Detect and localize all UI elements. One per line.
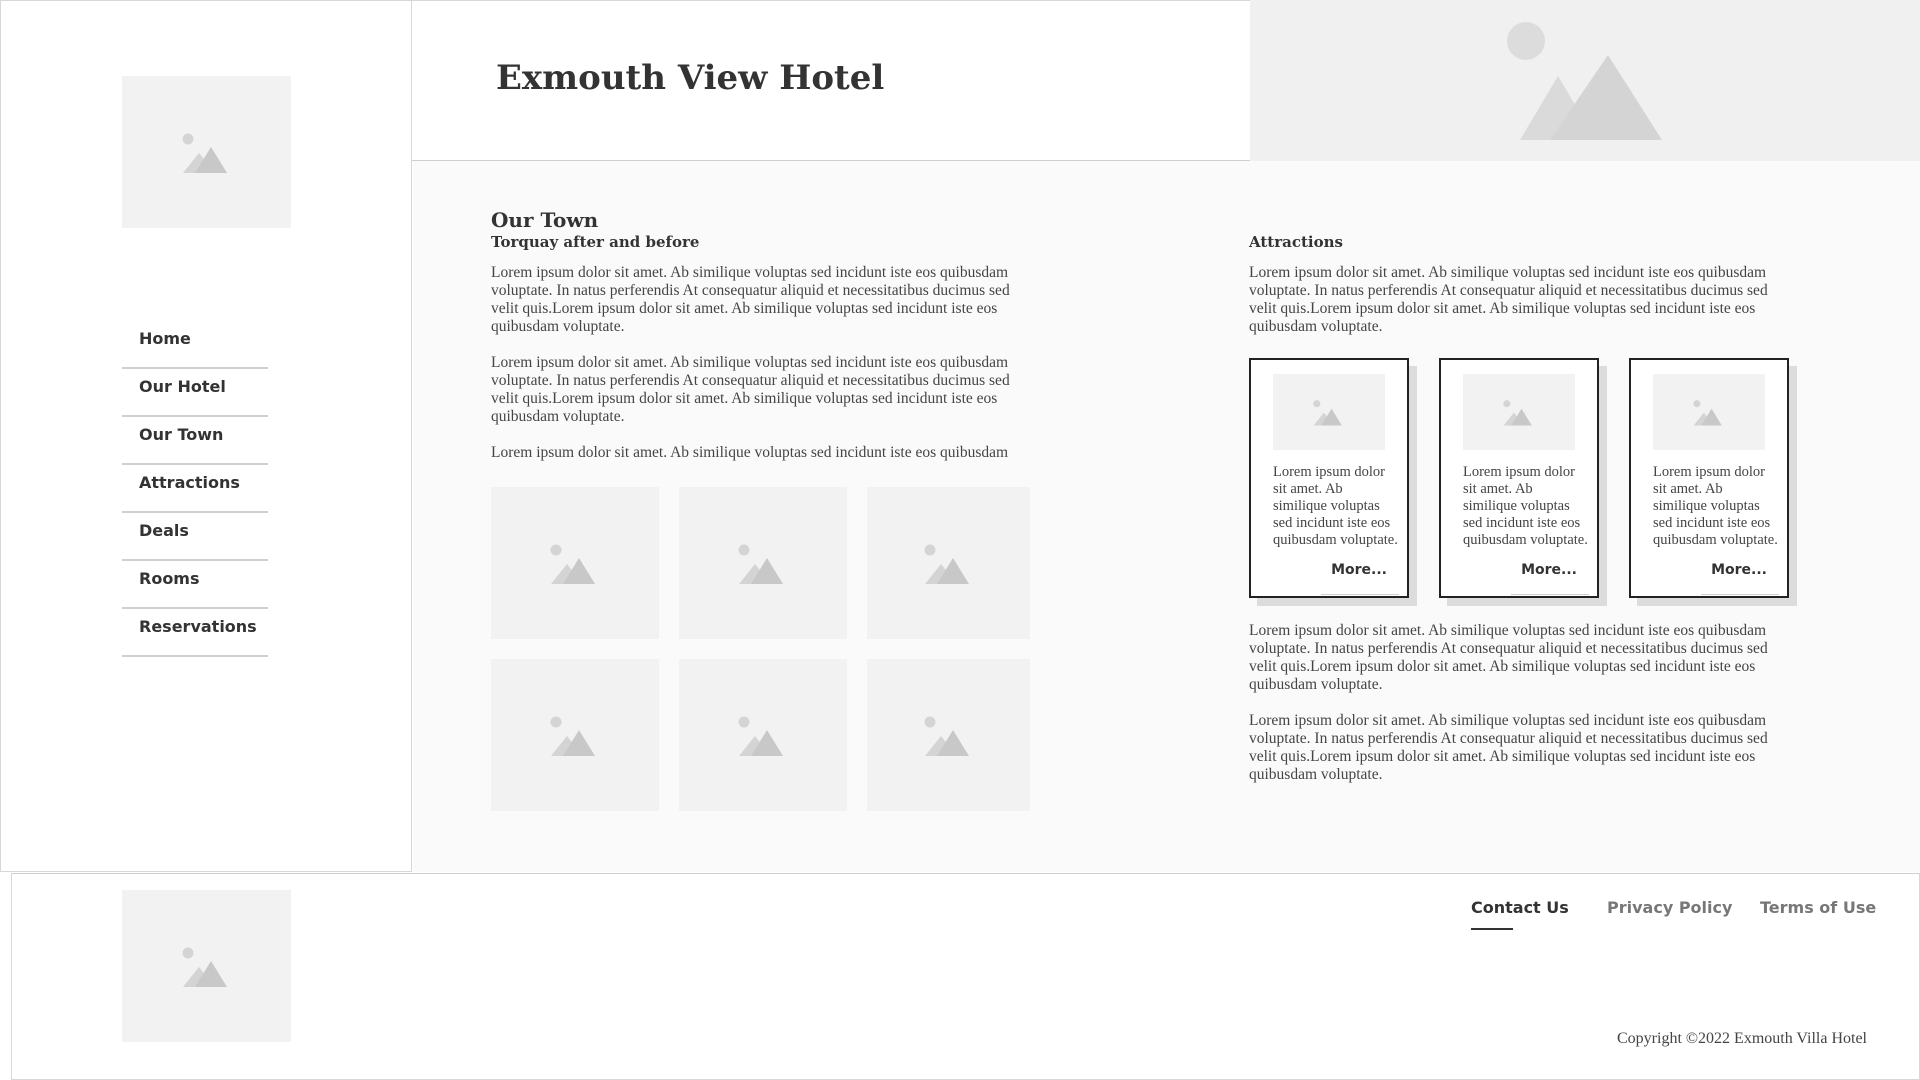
divider [1321, 594, 1399, 595]
gallery-image[interactable] [679, 487, 847, 639]
attraction-card: Lorem ipsum dolor sit amet. Ab similique… [1249, 358, 1409, 598]
section-subheading: Torquay after and before [491, 233, 700, 251]
footer-link-terms-of-use[interactable]: Terms of Use [1760, 898, 1876, 917]
card-image [1273, 374, 1385, 450]
gallery-image[interactable] [679, 659, 847, 811]
paragraph: Lorem ipsum dolor sit amet. Ab similique… [1249, 712, 1768, 783]
nav-item-reservations[interactable]: Reservations [122, 610, 268, 657]
page-title: Exmouth View Hotel [496, 58, 885, 98]
card-more-link[interactable]: More... [1521, 562, 1577, 578]
card-image [1463, 374, 1575, 450]
card-text: Lorem ipsum dolor sit amet. Ab similique… [1463, 464, 1588, 548]
section-heading-our-town: Our Town [491, 208, 599, 232]
paragraph: Lorem ipsum dolor sit amet. Ab similique… [491, 354, 1010, 425]
card-text: Lorem ipsum dolor sit amet. Ab similique… [1653, 464, 1778, 548]
gallery-image[interactable] [867, 659, 1030, 811]
nav-item-home[interactable]: Home [122, 322, 268, 369]
nav-item-rooms[interactable]: Rooms [122, 562, 268, 609]
nav-item-attractions[interactable]: Attractions [122, 466, 268, 513]
sidebar-nav: Home Our Hotel Our Town Attractions Deal… [122, 322, 268, 658]
nav-item-deals[interactable]: Deals [122, 514, 268, 561]
footer-link-contact-us[interactable]: Contact Us [1471, 898, 1569, 917]
attraction-card: Lorem ipsum dolor sit amet. Ab similique… [1439, 358, 1599, 598]
logo-image [122, 76, 291, 228]
divider [1701, 594, 1779, 595]
paragraph: Lorem ipsum dolor sit amet. Ab similique… [491, 264, 1010, 335]
paragraph: Lorem ipsum dolor sit amet. Ab similique… [1249, 622, 1768, 693]
footer-link-privacy-policy[interactable]: Privacy Policy [1607, 898, 1732, 917]
gallery-image[interactable] [491, 487, 659, 639]
attraction-card: Lorem ipsum dolor sit amet. Ab similique… [1629, 358, 1789, 598]
paragraph: Lorem ipsum dolor sit amet. Ab similique… [491, 444, 1009, 461]
divider [1511, 594, 1589, 595]
paragraph: Lorem ipsum dolor sit amet. Ab similique… [1249, 264, 1768, 335]
card-image [1653, 374, 1765, 450]
nav-item-our-hotel[interactable]: Our Hotel [122, 370, 268, 417]
copyright-text: Copyright ©2022 Exmouth Villa Hotel [1617, 1030, 1867, 1047]
section-heading-attractions: Attractions [1249, 233, 1343, 251]
active-link-underline [1471, 928, 1513, 930]
card-text: Lorem ipsum dolor sit amet. Ab similique… [1273, 464, 1398, 548]
gallery-image[interactable] [491, 659, 659, 811]
nav-item-our-town[interactable]: Our Town [122, 418, 268, 465]
gallery-image[interactable] [867, 487, 1030, 639]
footer-logo-image [122, 890, 291, 1042]
hero-image [1250, 0, 1920, 161]
card-more-link[interactable]: More... [1711, 562, 1767, 578]
card-more-link[interactable]: More... [1331, 562, 1387, 578]
